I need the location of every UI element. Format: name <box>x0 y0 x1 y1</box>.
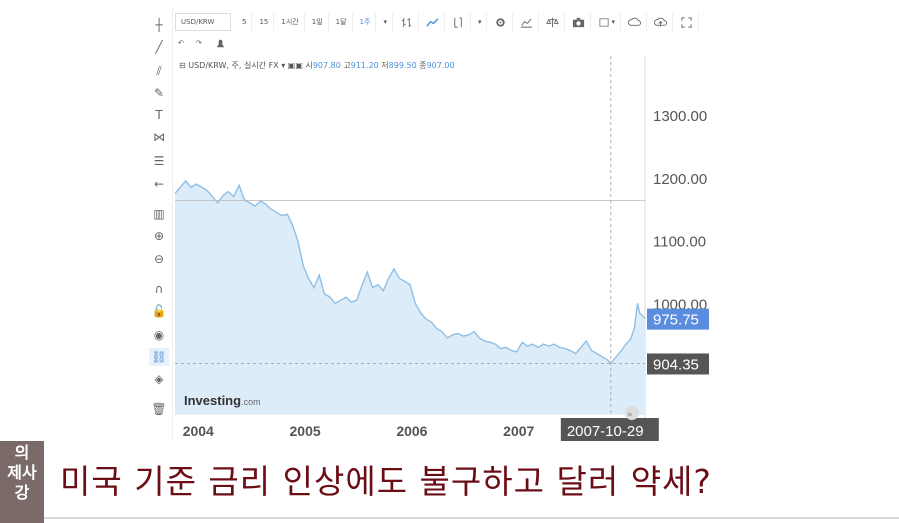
link-icon[interactable]: ⛓ <box>149 348 169 366</box>
cloud-upload-icon[interactable] <box>649 13 673 31</box>
symbol-field[interactable]: USD/KRW <box>175 13 231 31</box>
brush-icon[interactable]: ✎ <box>149 84 169 102</box>
pitchfork-icon[interactable]: ⫽ <box>149 62 169 80</box>
lock-icon[interactable]: 🔓 <box>149 302 169 320</box>
crosshair-price-label: 904.35 <box>653 356 699 373</box>
legend-close: 907.00 <box>426 61 455 70</box>
drawing-toolbar: ┼ ╱ ⫽ ✎ T ⋈ ☰ ← ▥ ⊕ ⊖ ∩ 🔓 ◉ ⛓ ◈ 🗑 <box>145 8 173 444</box>
pattern-icon[interactable]: ⋈ <box>149 128 169 146</box>
logo-line: 제사 <box>7 463 37 482</box>
y-tick-label: 1100.00 <box>653 234 706 251</box>
scroll-end-icon[interactable]: » <box>627 410 633 420</box>
cloud-download-icon[interactable] <box>623 13 647 31</box>
text-icon[interactable]: T <box>149 106 169 124</box>
indicator-icon[interactable] <box>447 13 471 31</box>
eye-icon[interactable]: ◉ <box>149 326 169 344</box>
indicator-dropdown-icon[interactable]: ▾ <box>473 13 488 31</box>
zoom-in-icon[interactable]: ⊕ <box>149 227 169 245</box>
legend-dropdown-icon[interactable]: ▾ <box>281 61 285 70</box>
headline: 미국 기준 금리 인상에도 불구하고 달러 약세? <box>60 462 712 501</box>
zoom-out-icon[interactable]: ⊖ <box>149 250 169 268</box>
legend-low-label: 저 <box>381 61 389 70</box>
scale-icon[interactable] <box>541 13 566 31</box>
arrow-left-icon[interactable]: ← <box>149 175 169 193</box>
trash-icon[interactable]: 🗑 <box>149 400 169 418</box>
channel-logo: 의 제사 강 <box>0 441 44 523</box>
caption-bar: 의 제사 강 미국 기준 금리 인상에도 불구하고 달러 약세? <box>0 441 899 523</box>
undo-icon[interactable]: ↶ <box>175 34 187 52</box>
divider <box>44 517 899 519</box>
fullscreen-icon[interactable] <box>675 13 699 31</box>
x-tick-label: 2004 <box>183 423 214 439</box>
legend-close-label: 종 <box>419 61 427 70</box>
crosshair-date-label: 2007-10-29 <box>567 423 644 440</box>
redo-icon[interactable]: ↷ <box>193 34 205 52</box>
crosshair-icon[interactable]: ┼ <box>149 16 169 34</box>
interval-5[interactable]: 5 <box>237 13 253 31</box>
chart-type-icon[interactable]: ▥ <box>149 205 169 223</box>
legend-high-label: 고 <box>343 61 351 70</box>
legend-low: 899.50 <box>388 61 417 70</box>
chart-legend: ⊟ USD/KRW, 주, 실시간 FX ▾ ▣▣ 시907.80 고911.2… <box>179 60 455 71</box>
legend-open: 907.80 <box>312 61 341 70</box>
secondary-toolbar: ↶ ↷ <box>175 33 230 53</box>
x-tick-label: 2006 <box>396 423 427 439</box>
alert-icon[interactable] <box>211 34 230 52</box>
area-style-icon[interactable] <box>421 13 445 31</box>
trend-line-icon[interactable]: ╱ <box>149 38 169 56</box>
logo-line: 강 <box>14 483 30 502</box>
legend-name: USD/KRW, 주, 실시간 FX <box>188 61 279 70</box>
top-toolbar: USD/KRW 5 15 1시간 1일 1달 1주 ▾ ▾ ▾ <box>175 11 721 33</box>
interval-1m[interactable]: 1달 <box>331 13 353 31</box>
interval-15[interactable]: 15 <box>254 13 275 31</box>
interval-1w[interactable]: 1주 <box>355 13 377 31</box>
interval-1h[interactable]: 1시간 <box>276 13 305 31</box>
legend-settings-icon[interactable]: ▣▣ <box>288 61 303 70</box>
interval-dropdown-icon[interactable]: ▾ <box>378 13 393 31</box>
bar-style-icon[interactable] <box>395 13 419 31</box>
x-tick-label: 2007 <box>503 423 534 439</box>
last-price-label: 975.75 <box>653 312 699 329</box>
legend-high: 911.20 <box>350 61 379 70</box>
chart-plot[interactable]: 1300.001200.001100.001000.002004 2005 2006… <box>145 8 721 444</box>
camera-icon[interactable] <box>567 13 592 31</box>
magnet-icon[interactable]: ∩ <box>149 280 169 298</box>
legend-open-label: 시 <box>305 61 313 70</box>
watermark-suffix: .com <box>241 397 261 407</box>
logo-line: 의 <box>14 443 30 462</box>
gear-icon[interactable] <box>489 13 514 31</box>
interval-1d[interactable]: 1일 <box>307 13 329 31</box>
chart-widget: 1300.00 1200.00 1100.00 1000.00 2004 2005 2006… <box>145 8 721 444</box>
layers-icon[interactable]: ◈ <box>149 370 169 388</box>
y-tick-label: 1200.00 <box>653 171 707 188</box>
y-tick-label: 1300.00 <box>653 108 707 125</box>
color-picker-icon[interactable]: ▾ <box>593 13 621 31</box>
measure-icon[interactable]: ☰ <box>149 152 169 170</box>
x-tick-label: 2005 <box>290 423 321 439</box>
collapse-icon[interactable]: ⊟ <box>179 61 186 70</box>
compare-icon[interactable] <box>515 13 540 31</box>
